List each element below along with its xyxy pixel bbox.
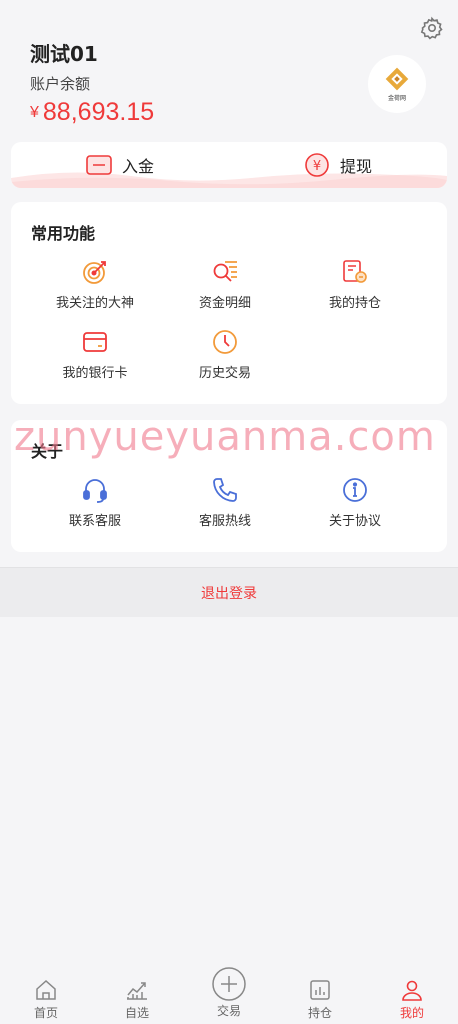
tab-holdings[interactable]: 持仓 <box>274 964 366 1024</box>
brand-logo-icon <box>385 67 409 91</box>
settings-icon[interactable] <box>420 16 444 40</box>
clock-icon <box>213 330 237 354</box>
logout-button[interactable]: 退出登录 <box>0 567 458 617</box>
bars-icon <box>310 980 330 1000</box>
withdraw-label: 提现 <box>339 157 372 176</box>
svg-text:¥: ¥ <box>313 159 321 174</box>
fund-actions-card: 入金 ¥ 提现 <box>11 142 447 188</box>
about-card: 关于 联系客服 客服热线 关于协议 <box>11 420 447 552</box>
balance-label: 账户余额 <box>30 75 91 93</box>
function-label: 历史交易 <box>198 366 251 381</box>
function-label: 我关注的大神 <box>55 296 134 311</box>
phone-icon <box>213 478 237 502</box>
about-item-contact-support[interactable]: 联系客服 <box>35 476 155 529</box>
bottom-tabbar: 首页 自选 交易 持仓 我的 <box>0 964 458 1024</box>
bank-card-icon <box>83 332 107 352</box>
function-item-fund-details[interactable]: 资金明细 <box>165 258 285 311</box>
about-label: 关于协议 <box>328 514 381 529</box>
user-icon <box>402 980 422 1001</box>
tab-trade[interactable]: 交易 <box>183 964 275 1024</box>
headset-icon <box>83 479 107 503</box>
plus-circle-icon <box>212 967 246 1001</box>
target-icon <box>83 261 106 284</box>
chart-icon <box>127 982 147 1000</box>
common-functions-title: 常用功能 <box>31 224 96 243</box>
deposit-label: 入金 <box>121 157 154 176</box>
search-list-icon <box>213 261 237 282</box>
tab-label: 自选 <box>124 1006 149 1020</box>
withdraw-icon: ¥ <box>305 153 329 177</box>
account-balance: ¥88,693.15 <box>30 98 154 127</box>
about-item-agreement[interactable]: 关于协议 <box>295 476 415 529</box>
function-label: 我的持仓 <box>328 296 381 311</box>
about-item-hotline[interactable]: 客服热线 <box>165 476 285 529</box>
tab-label: 首页 <box>33 1006 58 1020</box>
tab-label: 我的 <box>399 1006 424 1020</box>
withdraw-button[interactable]: ¥ 提现 <box>229 142 447 188</box>
home-icon <box>36 979 56 1000</box>
info-icon <box>343 478 367 502</box>
function-item-followed-masters[interactable]: 我关注的大神 <box>35 258 155 311</box>
about-title: 关于 <box>31 442 64 461</box>
function-label: 资金明细 <box>198 296 251 311</box>
deposit-button[interactable]: 入金 <box>11 142 229 188</box>
function-label: 我的银行卡 <box>62 366 128 381</box>
function-item-bank-card[interactable]: 我的银行卡 <box>35 328 155 381</box>
tab-label: 交易 <box>216 1004 241 1018</box>
tab-mine[interactable]: 我的 <box>366 964 458 1024</box>
username: 测试01 <box>30 42 98 66</box>
tab-label: 持仓 <box>307 1006 332 1020</box>
function-item-trade-history[interactable]: 历史交易 <box>165 328 285 381</box>
holdings-icon <box>343 260 367 283</box>
currency-symbol: ¥ <box>30 104 39 121</box>
balance-amount: 88,693.15 <box>42 98 155 126</box>
common-functions-card: 常用功能 我关注的大神 资金明细 我的持仓 我的银行卡 历史交易 <box>11 202 447 404</box>
about-label: 联系客服 <box>68 514 121 529</box>
tab-home[interactable]: 首页 <box>0 964 92 1024</box>
function-item-my-holdings[interactable]: 我的持仓 <box>295 258 415 311</box>
profile-header: 测试01 账户余额 ¥88,693.15 金荷网 <box>0 0 458 140</box>
avatar[interactable]: 金荷网 <box>368 55 426 113</box>
tab-watchlist[interactable]: 自选 <box>91 964 183 1024</box>
about-label: 客服热线 <box>198 514 251 529</box>
avatar-brand-text: 金荷网 <box>387 95 406 102</box>
deposit-icon <box>86 155 112 175</box>
